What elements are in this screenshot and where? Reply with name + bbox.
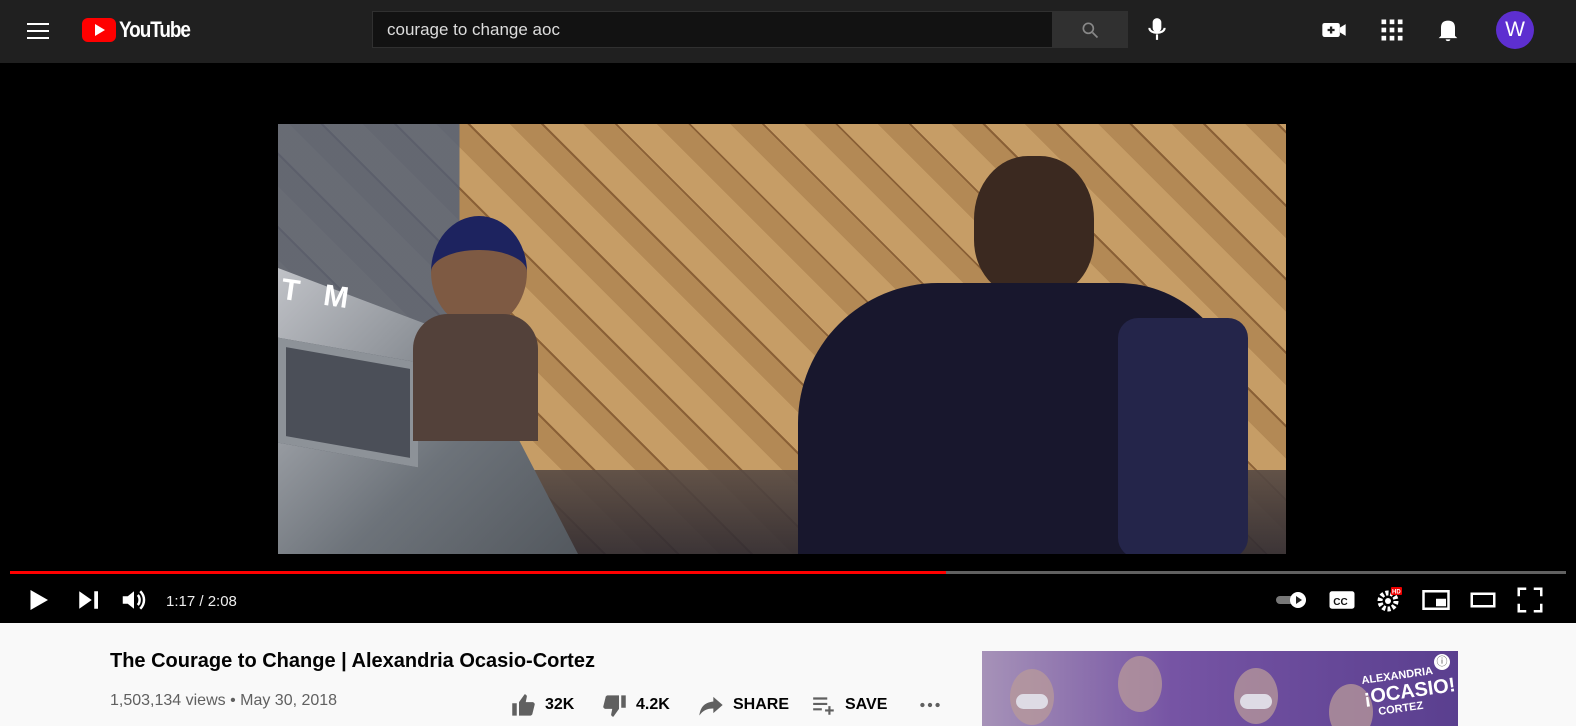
video-info-panel: The Courage to Change | Alexandria Ocasi… bbox=[0, 623, 1576, 726]
sponsored-ad-banner[interactable]: ALEXANDRIA ¡OCASIO! CORTEZ ⓘ bbox=[982, 651, 1458, 726]
ad-face-mask-visual bbox=[1016, 694, 1048, 709]
settings-hd-icon[interactable]: HD bbox=[1374, 585, 1404, 615]
save-button[interactable]: SAVE bbox=[811, 691, 887, 719]
autoplay-toggle-icon[interactable] bbox=[1274, 585, 1308, 615]
video-title: The Courage to Change | Alexandria Ocasi… bbox=[110, 650, 595, 672]
top-navigation: YouTube courage to change aoc W bbox=[0, 0, 1576, 63]
search-button[interactable] bbox=[1052, 11, 1128, 48]
woman-head-visual bbox=[974, 156, 1094, 296]
svg-text:CC: CC bbox=[1333, 597, 1347, 608]
time-display: 1:17 / 2:08 bbox=[166, 593, 237, 610]
video-views-date: 1,503,134 views • May 30, 2018 bbox=[110, 692, 338, 709]
youtube-play-icon bbox=[82, 18, 116, 42]
search-input[interactable]: courage to change aoc bbox=[372, 11, 1052, 48]
search-icon bbox=[1082, 22, 1099, 39]
video-player[interactable]: T M 1:17 / 2:08 CC HD bbox=[0, 63, 1576, 623]
clerk-head-visual bbox=[431, 216, 527, 328]
miniplayer-icon[interactable] bbox=[1421, 585, 1451, 615]
handbag-visual bbox=[1118, 318, 1248, 554]
apps-icon[interactable] bbox=[1378, 16, 1406, 44]
svg-text:HD: HD bbox=[1392, 590, 1401, 596]
share-label: SHARE bbox=[733, 696, 790, 713]
dislike-count: 4.2K bbox=[636, 696, 670, 713]
progress-bar[interactable] bbox=[10, 571, 1566, 574]
menu-icon-line bbox=[27, 30, 49, 32]
volume-icon[interactable] bbox=[119, 585, 149, 615]
ad-campaign-logo: ALEXANDRIA ¡OCASIO! CORTEZ bbox=[1361, 665, 1457, 726]
video-frame[interactable]: T M bbox=[278, 124, 1286, 554]
menu-icon-line bbox=[27, 37, 49, 39]
share-button[interactable]: SHARE bbox=[697, 691, 789, 719]
save-label: SAVE bbox=[845, 696, 888, 713]
like-count: 32K bbox=[545, 696, 575, 713]
share-arrow-icon bbox=[699, 696, 723, 716]
play-icon[interactable] bbox=[23, 585, 53, 615]
dislike-button[interactable]: 4.2K bbox=[601, 691, 670, 719]
theater-mode-icon[interactable] bbox=[1468, 585, 1498, 615]
player-controls: 1:17 / 2:08 CC HD bbox=[0, 558, 1576, 623]
menu-button[interactable] bbox=[24, 17, 52, 45]
like-button[interactable]: 32K bbox=[510, 691, 574, 719]
create-video-icon[interactable] bbox=[1320, 16, 1348, 44]
youtube-logo[interactable]: YouTube bbox=[82, 17, 201, 43]
notifications-bell-icon[interactable] bbox=[1434, 16, 1462, 44]
ad-person-visual bbox=[1118, 656, 1162, 712]
captions-icon[interactable]: CC bbox=[1327, 585, 1357, 615]
thumbs-down-icon bbox=[603, 694, 626, 717]
thumbs-up-icon bbox=[512, 693, 535, 716]
microphone-icon[interactable] bbox=[1144, 15, 1170, 43]
next-video-icon[interactable] bbox=[73, 585, 103, 615]
menu-icon-line bbox=[27, 23, 49, 25]
woman-visual bbox=[798, 148, 1258, 554]
more-actions-icon[interactable] bbox=[917, 691, 943, 719]
fullscreen-icon[interactable] bbox=[1515, 585, 1545, 615]
account-avatar[interactable]: W bbox=[1496, 11, 1534, 49]
logo-text: YouTube bbox=[119, 17, 191, 42]
store-clerk-visual bbox=[413, 216, 538, 441]
ad-face-mask-visual bbox=[1240, 694, 1272, 709]
ad-info-icon[interactable]: ⓘ bbox=[1434, 654, 1450, 670]
clerk-body-visual bbox=[413, 314, 538, 441]
save-playlist-icon bbox=[813, 697, 834, 715]
progress-played bbox=[10, 571, 947, 574]
